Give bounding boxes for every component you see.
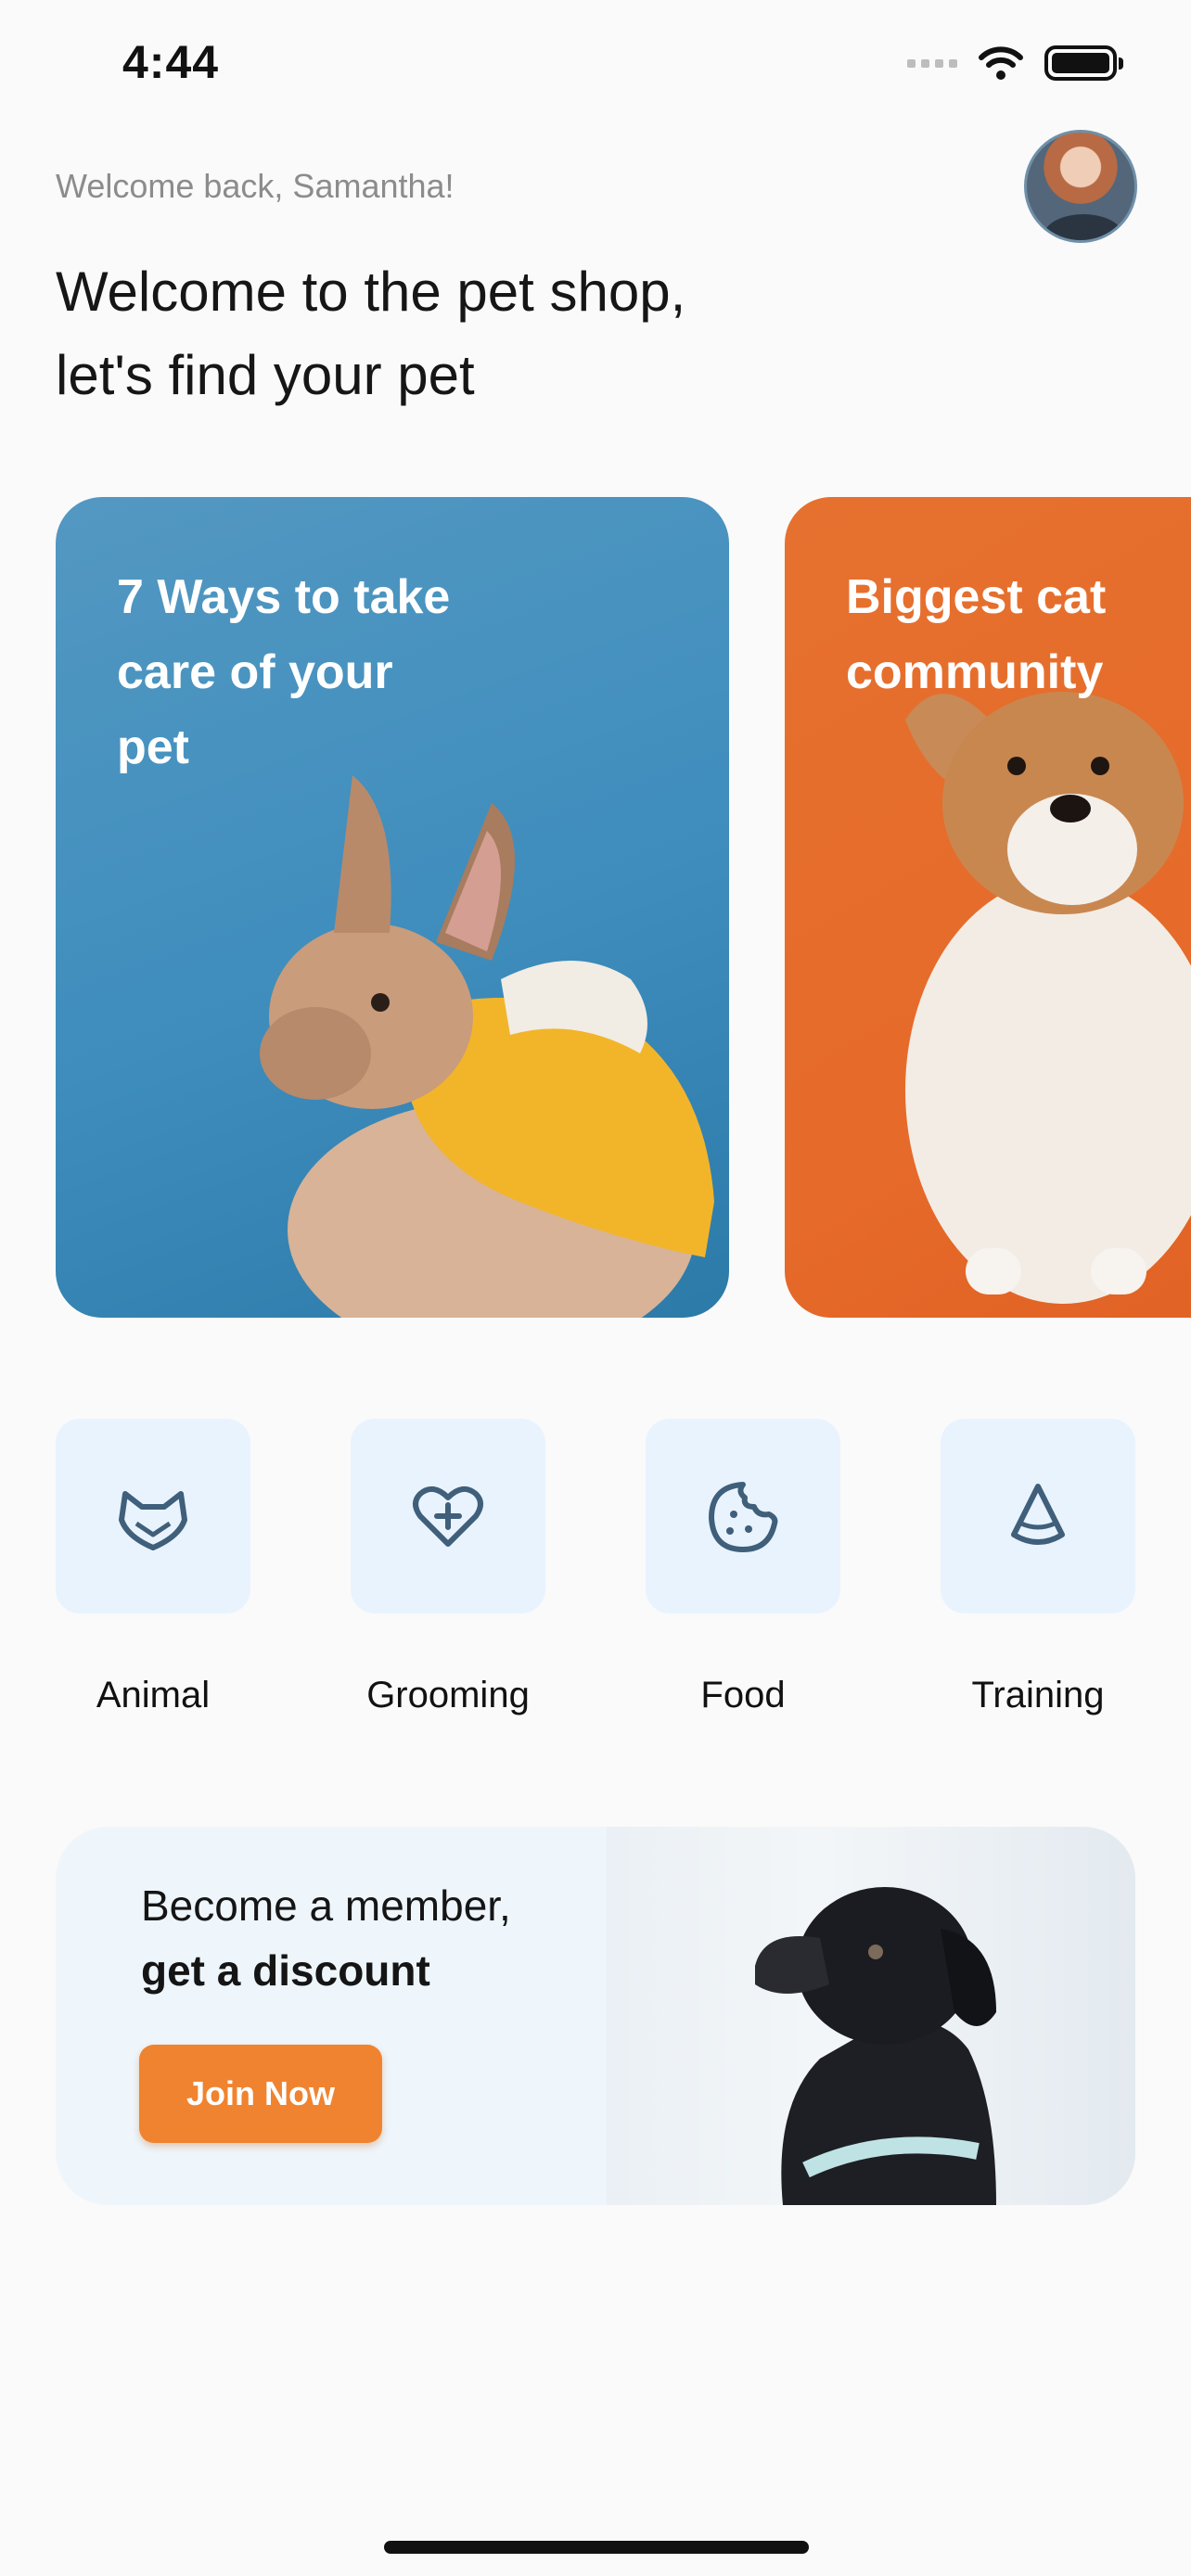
category-icon-box[interactable] xyxy=(56,1419,250,1613)
join-now-button[interactable]: Join Now xyxy=(139,2045,382,2143)
page-headline: Welcome to the pet shop, let's find your… xyxy=(56,250,890,417)
category-icon-box[interactable] xyxy=(351,1419,545,1613)
category-food[interactable]: Food xyxy=(646,1419,840,1716)
status-icons xyxy=(907,45,1123,82)
category-animal[interactable]: Animal xyxy=(56,1419,250,1716)
category-label: Training xyxy=(971,1675,1105,1715)
card-title-line: 7 Ways to take xyxy=(117,570,451,624)
black-dog-photo xyxy=(607,1827,1135,2205)
category-icon-box[interactable] xyxy=(646,1419,840,1613)
headline-line-1: Welcome to the pet shop, xyxy=(56,261,686,323)
wifi-icon xyxy=(979,46,1023,80)
category-training[interactable]: Training xyxy=(941,1419,1135,1716)
cone-icon xyxy=(1011,1484,1065,1545)
heart-plus-icon xyxy=(413,1486,483,1547)
welcome-greeting: Welcome back, Samantha! xyxy=(56,167,455,205)
category-icon-box[interactable] xyxy=(941,1419,1135,1613)
battery-icon xyxy=(1044,45,1123,81)
card-title: Biggest cat community xyxy=(846,560,1191,710)
card-title: 7 Ways to take care of your pet xyxy=(117,560,525,785)
card-title-line: Biggest cat xyxy=(846,570,1107,624)
pet-shop-home-screen: 4:44 Welcome back, Samantha! Welcome to … xyxy=(0,0,1191,2576)
card-title-line: pet xyxy=(117,721,189,774)
user-avatar[interactable] xyxy=(1024,130,1137,243)
article-card-pet-care[interactable]: 7 Ways to take care of your pet xyxy=(56,497,729,1318)
status-time: 4:44 xyxy=(122,36,220,88)
home-indicator[interactable] xyxy=(384,2541,809,2554)
article-card-cat-community[interactable]: Biggest cat community xyxy=(785,497,1191,1318)
category-label: Grooming xyxy=(366,1675,530,1715)
headline-line-2: let's find your pet xyxy=(56,344,475,406)
card-title-line: care of your xyxy=(117,645,393,699)
black-dog-illustration xyxy=(755,1887,996,2205)
category-grooming[interactable]: Grooming xyxy=(351,1419,545,1716)
banner-heading-line-1: Become a member, xyxy=(141,1881,511,1930)
category-label: Animal xyxy=(96,1675,211,1715)
cellular-signal-icon xyxy=(907,58,957,68)
banner-heading-line-2: get a discount xyxy=(141,1946,430,1995)
membership-banner: Become a member, get a discount Join Now xyxy=(56,1827,1135,2205)
cat-face-icon xyxy=(119,1491,187,1550)
card-title-line: community xyxy=(846,645,1104,699)
category-label: Food xyxy=(700,1675,786,1715)
cookie-icon xyxy=(709,1482,778,1552)
